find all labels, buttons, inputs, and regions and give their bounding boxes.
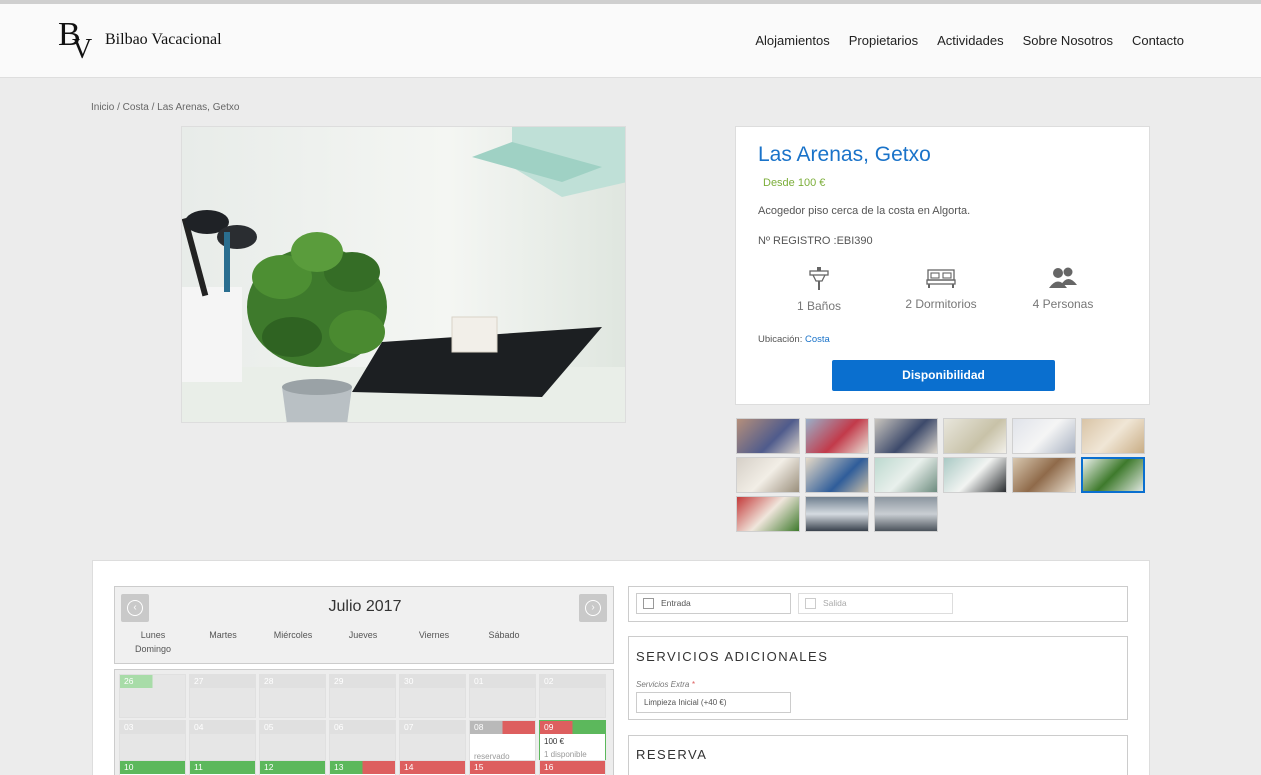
property-registry: Nº REGISTRO :EBI390 xyxy=(758,235,873,247)
gallery-thumb-14[interactable] xyxy=(805,496,869,532)
services-box: SERVICIOS ADICIONALES Servicios Extra * … xyxy=(628,636,1128,720)
nav-actividades[interactable]: Actividades xyxy=(937,33,1003,48)
nav-sobre-nosotros[interactable]: Sobre Nosotros xyxy=(1023,33,1113,48)
weekday-viernes: Viernes xyxy=(418,630,450,640)
weekday-sabado: Sábado xyxy=(488,630,520,640)
gallery-thumb-7[interactable] xyxy=(736,457,800,493)
checkout-placeholder: Salida xyxy=(823,598,847,608)
gallery-thumb-4[interactable] xyxy=(943,418,1007,454)
gallery-thumb-8[interactable] xyxy=(805,457,869,493)
reservation-title: RESERVA xyxy=(636,747,708,762)
calendar-day[interactable]: 15 xyxy=(469,760,536,775)
gallery-thumb-1[interactable] xyxy=(736,418,800,454)
gallery-thumb-10[interactable] xyxy=(943,457,1007,493)
calendar-day: 02 xyxy=(539,674,606,718)
brand-name[interactable]: Bilbao Vacacional xyxy=(105,31,222,49)
gallery-thumb-6[interactable] xyxy=(1081,418,1145,454)
gallery-thumb-12-selected[interactable] xyxy=(1081,457,1145,493)
calendar-day[interactable]: 10 xyxy=(119,760,186,775)
brand-logo[interactable]: B V xyxy=(58,16,98,65)
calendar-day: 06 xyxy=(329,720,396,764)
dates-box: Entrada Salida xyxy=(628,586,1128,622)
nav-alojamientos[interactable]: Alojamientos xyxy=(755,33,829,48)
calendar-day: 27 xyxy=(189,674,256,718)
services-title: SERVICIOS ADICIONALES xyxy=(636,649,829,664)
calendar-day: 26 xyxy=(119,674,186,718)
gallery-thumb-2[interactable] xyxy=(805,418,869,454)
reservation-box: RESERVA xyxy=(628,735,1128,775)
gallery-thumb-11[interactable] xyxy=(1012,457,1076,493)
calendar-day[interactable]: 11 xyxy=(189,760,256,775)
calendar-grid: 26 27 28 29 30 01 02 03 04 05 06 07 08 r… xyxy=(114,669,614,775)
calendar-day: 01 xyxy=(469,674,536,718)
calendar-day-reserved[interactable]: 08 reservado xyxy=(469,720,536,764)
checkin-placeholder: Entrada xyxy=(661,598,691,608)
gallery-thumb-5[interactable] xyxy=(1012,418,1076,454)
gallery-thumb-13[interactable] xyxy=(736,496,800,532)
weekday-domingo: Domingo xyxy=(134,644,172,654)
weekday-jueves: Jueves xyxy=(348,630,378,640)
calendar-icon xyxy=(643,598,654,609)
bed-icon xyxy=(926,269,956,288)
location-link[interactable]: Costa xyxy=(805,334,830,345)
site-header: B V Bilbao Vacacional Alojamientos Propi… xyxy=(0,4,1261,78)
location-label: Ubicación: xyxy=(758,334,803,345)
sink-icon xyxy=(809,267,829,290)
calendar-day: 04 xyxy=(189,720,256,764)
gallery-thumb-3[interactable] xyxy=(874,418,938,454)
calendar-month: Julio 2017 xyxy=(328,598,402,615)
persons-label: 4 Personas xyxy=(1032,297,1094,311)
calendar-day: 05 xyxy=(259,720,326,764)
calendar-day[interactable]: 12 xyxy=(259,760,326,775)
checkout-input[interactable]: Salida xyxy=(798,593,953,614)
property-price: Desde 100 € xyxy=(763,177,826,189)
calendar-day[interactable]: 13 xyxy=(329,760,396,775)
calendar-day-available[interactable]: 09 100 € 1 disponible xyxy=(539,720,606,764)
main-photo xyxy=(181,126,626,423)
availability-button[interactable]: Disponibilidad xyxy=(832,360,1055,391)
people-icon xyxy=(1049,267,1077,288)
property-title: Las Arenas, Getxo xyxy=(758,143,931,166)
feature-baths: 1 Baños xyxy=(759,267,879,313)
calendar-day: 30 xyxy=(399,674,466,718)
baths-label: 1 Baños xyxy=(796,299,842,313)
nav-contacto[interactable]: Contacto xyxy=(1132,33,1184,48)
main-nav: Alojamientos Propietarios Actividades So… xyxy=(755,33,1184,48)
day-price: 100 € xyxy=(544,737,565,746)
property-description: Acogedor piso cerca de la costa en Algor… xyxy=(758,205,971,217)
calendar-day: 07 xyxy=(399,720,466,764)
feature-bedrooms: 2 Dormitorios xyxy=(881,267,1001,311)
nav-propietarios[interactable]: Propietarios xyxy=(849,33,918,48)
location-line: Ubicación: Costa xyxy=(758,334,830,345)
bedrooms-label: 2 Dormitorios xyxy=(905,297,977,311)
calendar-day: 29 xyxy=(329,674,396,718)
weekday-lunes: Lunes xyxy=(140,630,166,640)
extra-services-label: Servicios Extra * xyxy=(636,680,695,689)
day-availability: 1 disponible xyxy=(544,750,587,759)
chevron-right-icon: › xyxy=(585,600,601,616)
breadcrumb[interactable]: Inicio / Costa / Las Arenas, Getxo xyxy=(91,102,239,113)
calendar-next-button[interactable]: › xyxy=(579,594,607,622)
calendar-icon xyxy=(805,598,816,609)
gallery-thumb-9[interactable] xyxy=(874,457,938,493)
feature-persons: 4 Personas xyxy=(1003,267,1123,311)
property-card: Las Arenas, Getxo Desde 100 € Acogedor p… xyxy=(735,126,1150,405)
extra-services-select[interactable]: Limpieza Inicial (+40 €) xyxy=(636,692,791,713)
checkin-input[interactable]: Entrada xyxy=(636,593,791,614)
weekday-miercoles: Miércoles xyxy=(273,630,313,640)
gallery-thumb-15[interactable] xyxy=(874,496,938,532)
calendar-day: 03 xyxy=(119,720,186,764)
weekday-martes: Martes xyxy=(209,630,237,640)
calendar-day[interactable]: 14 xyxy=(399,760,466,775)
calendar-day: 28 xyxy=(259,674,326,718)
calendar-header: ‹ Julio 2017 › Lunes Martes Miércoles Ju… xyxy=(114,586,614,664)
calendar-day[interactable]: 16 xyxy=(539,760,606,775)
